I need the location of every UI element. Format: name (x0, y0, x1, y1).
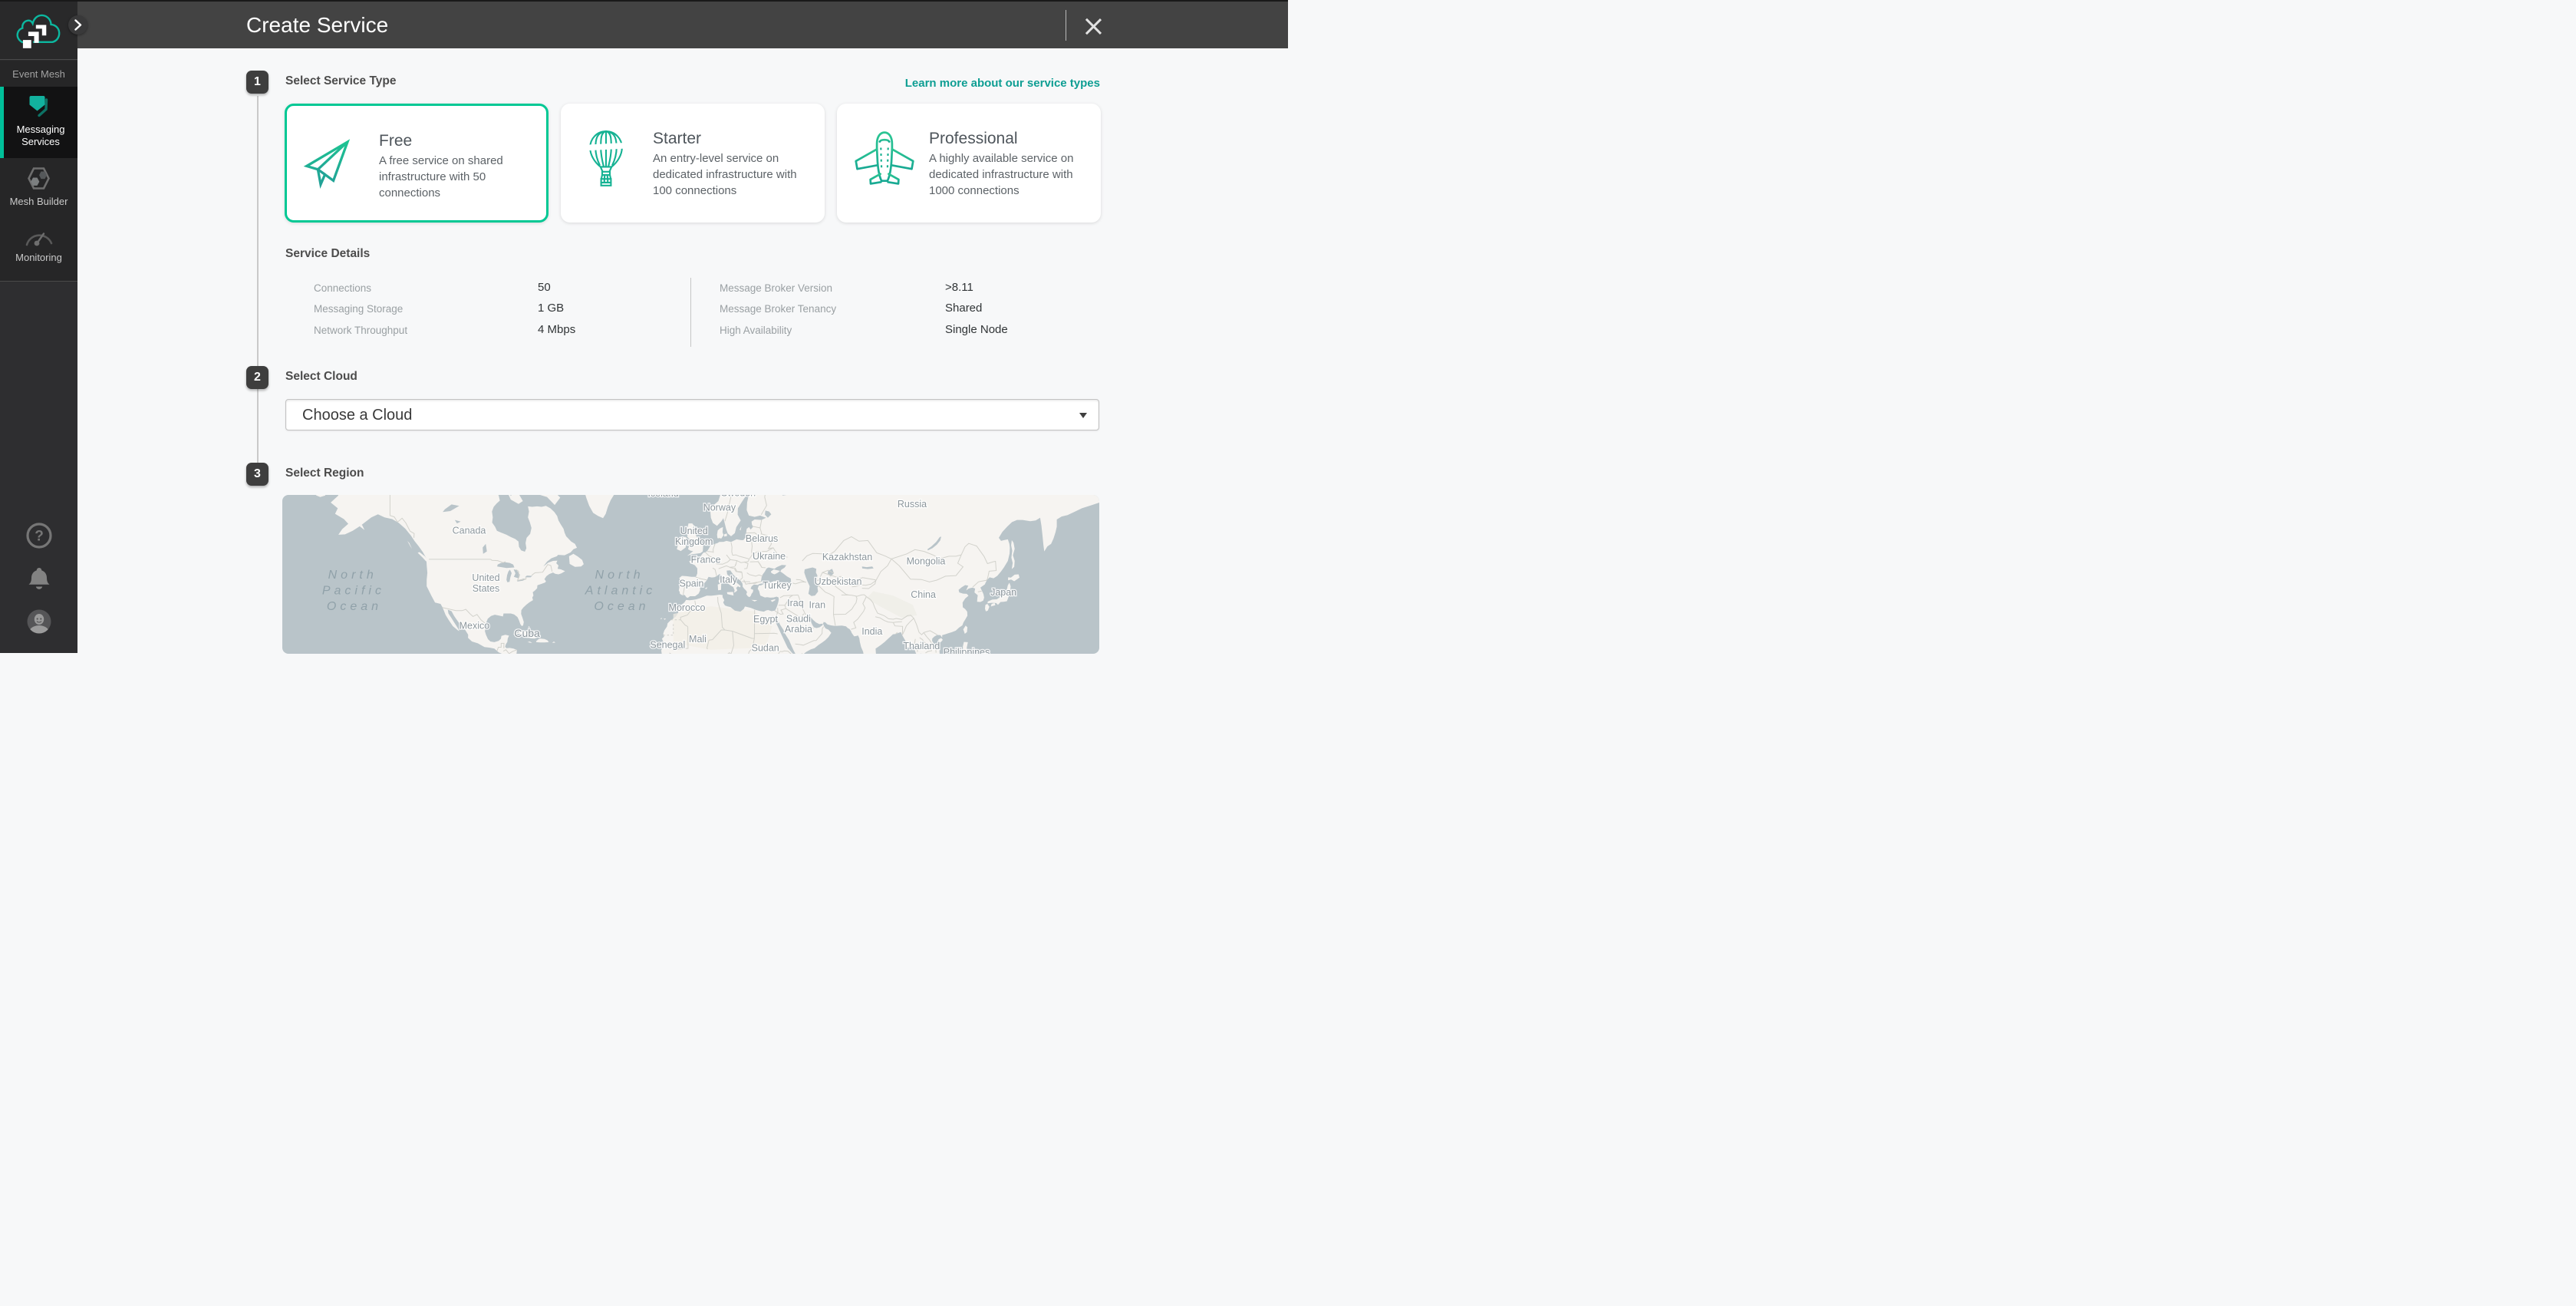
svg-text:North: North (328, 569, 377, 582)
svg-text:Uzbekistan: Uzbekistan (815, 576, 862, 587)
svg-text:Japan: Japan (990, 587, 1016, 598)
svg-text:Spain: Spain (680, 578, 704, 589)
svg-text:Senegal: Senegal (650, 639, 685, 650)
svg-text:United: United (472, 572, 499, 583)
svg-text:Saudi: Saudi (786, 613, 811, 624)
svg-text:Atlantic: Atlantic (585, 584, 656, 597)
svg-text:Canada: Canada (453, 525, 486, 536)
svg-text:Iran: Iran (809, 599, 826, 610)
svg-text:Thailand: Thailand (903, 640, 940, 651)
svg-text:Kingdom: Kingdom (675, 536, 713, 546)
svg-text:Philippines: Philippines (944, 646, 990, 653)
svg-text:?: ? (35, 529, 44, 545)
svg-text:Iraq: Iraq (787, 598, 804, 608)
svg-text:United: United (680, 526, 708, 536)
svg-text:China: China (911, 589, 936, 599)
svg-text:Turkey: Turkey (763, 580, 792, 591)
svg-text:Sweden: Sweden (721, 495, 756, 499)
svg-text:Italy: Italy (720, 574, 738, 585)
svg-text:Arabia: Arabia (785, 624, 812, 635)
svg-text:Belarus: Belarus (746, 533, 778, 543)
svg-text:Morocco: Morocco (669, 602, 706, 613)
svg-text:Ukraine: Ukraine (753, 550, 786, 561)
svg-text:Pacific: Pacific (322, 584, 385, 597)
svg-text:Mali: Mali (689, 634, 707, 645)
svg-text:Norway: Norway (703, 502, 736, 513)
svg-text:Egypt: Egypt (753, 613, 778, 624)
svg-text:India: India (861, 625, 882, 636)
svg-text:Ocean: Ocean (594, 599, 649, 612)
svg-text:Ocean: Ocean (327, 599, 382, 612)
svg-text:France: France (691, 554, 721, 565)
svg-text:North: North (595, 569, 644, 582)
svg-text:States: States (473, 582, 499, 593)
svg-text:Cuba: Cuba (514, 627, 540, 639)
svg-text:Mongolia: Mongolia (907, 556, 946, 566)
svg-text:Russia: Russia (898, 499, 927, 510)
svg-text:Kazakhstan: Kazakhstan (822, 552, 872, 562)
svg-text:Iceland: Iceland (647, 495, 678, 499)
svg-text:Sudan: Sudan (752, 642, 779, 653)
svg-text:Mexico: Mexico (460, 620, 490, 631)
